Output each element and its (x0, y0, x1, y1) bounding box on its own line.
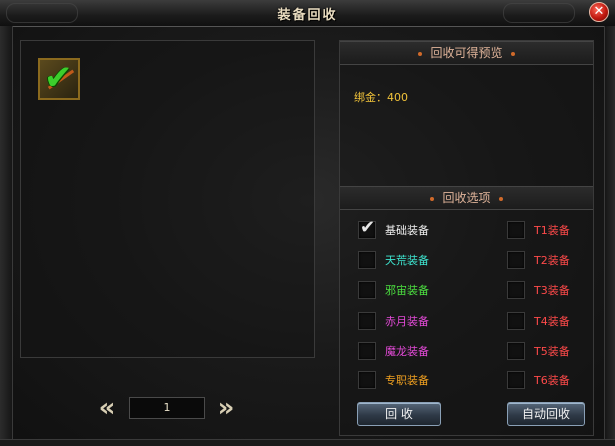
header-dot-icon (510, 51, 515, 56)
option-zhuanzhi[interactable]: 专职装备 (358, 370, 429, 390)
option-label: 赤月装备 (385, 315, 429, 328)
option-chiyue[interactable]: 赤月装备 (358, 311, 429, 331)
prev-page-icon[interactable]: « (96, 395, 118, 422)
option-checkbox[interactable] (358, 251, 376, 269)
option-label: T2装备 (534, 254, 570, 267)
preview-header: 回收可得预览 (340, 41, 593, 65)
option-t4[interactable]: T4装备 (507, 311, 570, 331)
option-checkbox[interactable] (507, 281, 525, 299)
recycle-button[interactable]: 回 收 (357, 402, 441, 426)
option-label: T5装备 (534, 345, 570, 358)
option-xiezhou[interactable]: 邪宙装备 (358, 280, 429, 300)
title-bar: 装备回收 ✕ (0, 0, 615, 27)
checkmark-icon: ✔ (360, 217, 376, 238)
next-page-icon[interactable]: » (215, 395, 237, 422)
option-t2[interactable]: T2装备 (507, 250, 570, 270)
header-dot-icon (498, 196, 503, 201)
equipment-recycle-window: 装备回收 ✕ ✔ « 1 » 回收可得预览 绑金：400 回收选项 ✔ 基础装备… (0, 0, 615, 446)
checkmark-icon: ✔ (44, 58, 73, 98)
header-dot-icon (430, 196, 435, 201)
option-checkbox[interactable] (507, 342, 525, 360)
option-t6[interactable]: T6装备 (507, 370, 570, 390)
header-dot-icon (418, 51, 423, 56)
option-label: T6装备 (534, 374, 570, 387)
option-checkbox[interactable] (358, 342, 376, 360)
option-label: T1装备 (534, 224, 570, 237)
frame-bottom (0, 439, 615, 446)
options-header: 回收选项 (340, 186, 593, 210)
frame-left (0, 26, 13, 446)
option-checkbox[interactable] (358, 371, 376, 389)
option-label: T3装备 (534, 284, 570, 297)
options-header-label: 回收选项 (442, 191, 491, 205)
option-t1[interactable]: T1装备 (507, 220, 570, 240)
auto-recycle-button[interactable]: 自动回收 (507, 402, 585, 426)
page-number: 1 (129, 397, 205, 419)
option-molong[interactable]: 魔龙装备 (358, 341, 429, 361)
option-checkbox[interactable] (507, 251, 525, 269)
option-label: 专职装备 (385, 374, 429, 387)
preview-reward-text: 绑金：400 (354, 91, 408, 104)
close-icon: ✕ (593, 4, 605, 19)
option-basic[interactable]: ✔ 基础装备 (358, 217, 429, 240)
option-checkbox[interactable] (358, 281, 376, 299)
window-title: 装备回收 (277, 8, 338, 23)
item-slot[interactable]: ✔ (38, 58, 80, 100)
option-t3[interactable]: T3装备 (507, 280, 570, 300)
close-button[interactable]: ✕ (589, 2, 609, 22)
option-label: 天荒装备 (385, 254, 429, 267)
option-label: T4装备 (534, 315, 570, 328)
option-t5[interactable]: T5装备 (507, 341, 570, 361)
option-label: 魔龙装备 (385, 345, 429, 358)
option-checkbox[interactable] (507, 312, 525, 330)
option-checkbox[interactable] (507, 371, 525, 389)
frame-right (604, 26, 615, 446)
option-checkbox[interactable]: ✔ (358, 217, 376, 239)
option-checkbox[interactable] (507, 221, 525, 239)
option-tianhuang[interactable]: 天荒装备 (358, 250, 429, 270)
option-label: 基础装备 (385, 224, 429, 237)
option-label: 邪宙装备 (385, 284, 429, 297)
option-checkbox[interactable] (358, 312, 376, 330)
preview-header-label: 回收可得预览 (430, 46, 503, 60)
